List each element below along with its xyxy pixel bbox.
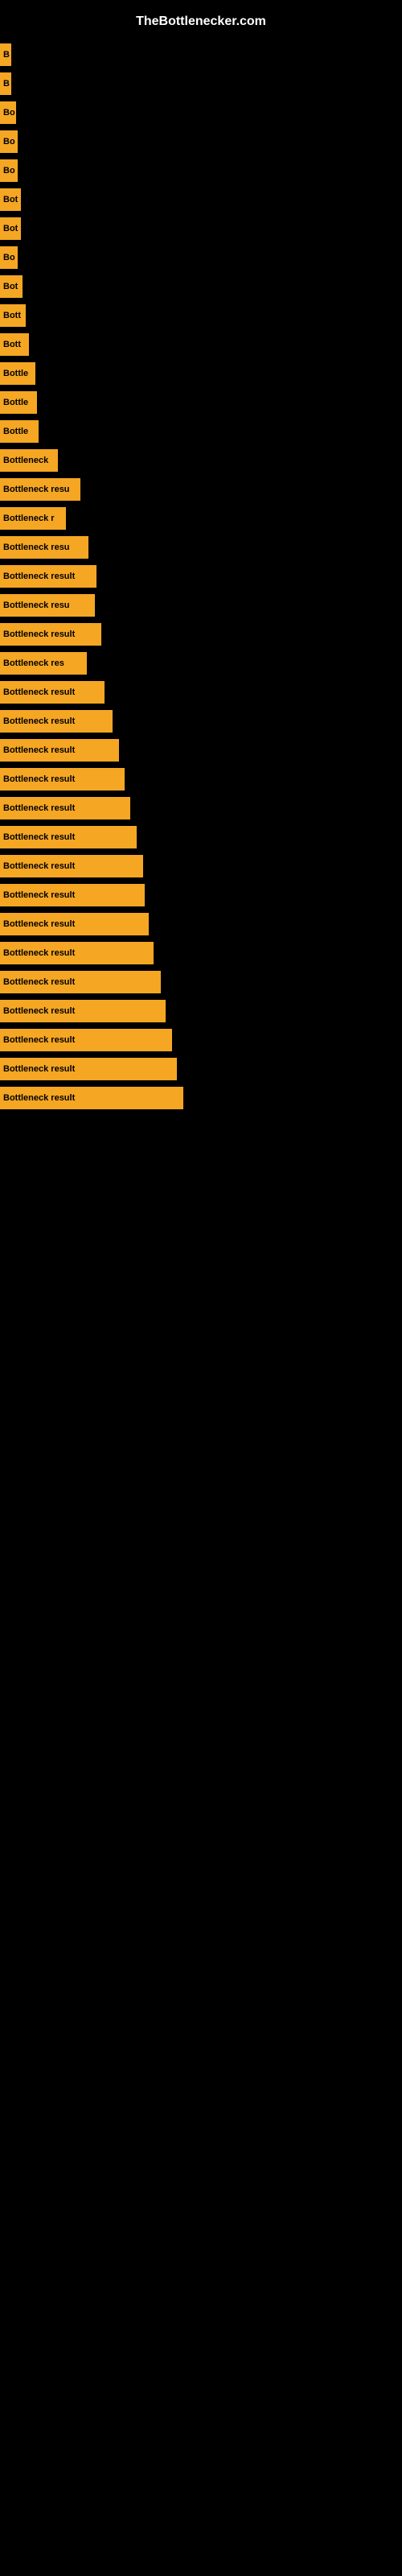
bar-label: Bo (0, 246, 18, 269)
bar-row: Bottle (0, 390, 402, 415)
bar-label: Bot (0, 188, 21, 211)
bar-label: Bottleneck (0, 449, 58, 472)
bar-row: Bottleneck result (0, 1056, 402, 1082)
bar-label: Bottleneck result (0, 739, 119, 762)
bar-label: Bot (0, 217, 21, 240)
bar-label: Bot (0, 275, 23, 298)
bar-row: Bottleneck res (0, 650, 402, 676)
bar-label: Bo (0, 159, 18, 182)
bar-row: Bottleneck r (0, 506, 402, 531)
bar-row: Bottleneck result (0, 795, 402, 821)
bar-row: Bottleneck resu (0, 592, 402, 618)
bar-label: Bottleneck resu (0, 536, 88, 559)
bar-row: Bot (0, 274, 402, 299)
bar-row: Bottleneck result (0, 911, 402, 937)
bar-row: Bottleneck result (0, 737, 402, 763)
bar-label: Bottle (0, 420, 39, 443)
bar-row: Bottleneck result (0, 940, 402, 966)
bar-row: Bott (0, 332, 402, 357)
bar-label: Bo (0, 101, 16, 124)
bar-label: Bottleneck result (0, 1029, 172, 1051)
bar-row: Bottleneck result (0, 824, 402, 850)
bar-label: Bott (0, 304, 26, 327)
bar-label: Bottle (0, 362, 35, 385)
bar-row: Bottleneck resu (0, 477, 402, 502)
bar-row: Bottleneck result (0, 853, 402, 879)
bar-row: Bo (0, 245, 402, 270)
bar-label: Bottleneck result (0, 826, 137, 848)
bar-row: Bottleneck result (0, 564, 402, 589)
bar-row: Bottleneck result (0, 882, 402, 908)
bar-label: Bottleneck result (0, 913, 149, 935)
bar-row: B (0, 42, 402, 68)
bar-label: Bottleneck result (0, 884, 145, 906)
bar-label: Bottleneck result (0, 623, 101, 646)
bar-label: Bottleneck result (0, 768, 125, 791)
bar-label: Bottleneck resu (0, 478, 80, 501)
bar-label: Bottleneck result (0, 855, 143, 877)
bar-label: Bottleneck result (0, 1087, 183, 1109)
bar-row: Bot (0, 187, 402, 213)
bar-row: Bottleneck (0, 448, 402, 473)
bar-label: Bottleneck result (0, 942, 154, 964)
bar-row: Bottleneck result (0, 998, 402, 1024)
bar-label: Bottleneck r (0, 507, 66, 530)
bar-row: Bottleneck resu (0, 535, 402, 560)
bar-label: B (0, 43, 11, 66)
bar-row: Bottle (0, 419, 402, 444)
bar-row: Bottleneck result (0, 1027, 402, 1053)
bar-row: Bottleneck result (0, 679, 402, 705)
bar-row: Bot (0, 216, 402, 242)
bar-label: Bo (0, 130, 18, 153)
bar-label: Bottleneck result (0, 797, 130, 819)
bar-row: Bottle (0, 361, 402, 386)
bar-label: Bottleneck resu (0, 594, 95, 617)
bar-row: Bottleneck result (0, 708, 402, 734)
bar-row: Bo (0, 158, 402, 184)
bar-label: Bottleneck result (0, 971, 161, 993)
bar-label: Bottleneck result (0, 565, 96, 588)
bar-label: Bottleneck res (0, 652, 87, 675)
bar-label: B (0, 72, 11, 95)
main-container: TheBottlenecker.com BBBoBoBoBotBotBoBotB… (0, 0, 402, 2576)
bars-container: BB Bo Bo Bo Bot Bot Bo Bot Bott Bott Bottle Bottle B… (0, 42, 402, 1111)
bar-row: Bottleneck result (0, 766, 402, 792)
bar-row: Bo (0, 100, 402, 126)
bar-label: Bott (0, 333, 29, 356)
bar-label: Bottle (0, 391, 37, 414)
bar-row: Bott (0, 303, 402, 328)
bar-row: Bottleneck result (0, 1085, 402, 1111)
bar-label: Bottleneck result (0, 1058, 177, 1080)
bar-label: Bottleneck result (0, 710, 113, 733)
bar-row: Bottleneck result (0, 969, 402, 995)
bar-row: Bottleneck result (0, 621, 402, 647)
bar-row: B (0, 71, 402, 97)
bar-label: Bottleneck result (0, 1000, 166, 1022)
site-title: TheBottlenecker.com (0, 8, 402, 42)
bar-row: Bo (0, 129, 402, 155)
bar-label: Bottleneck result (0, 681, 105, 704)
